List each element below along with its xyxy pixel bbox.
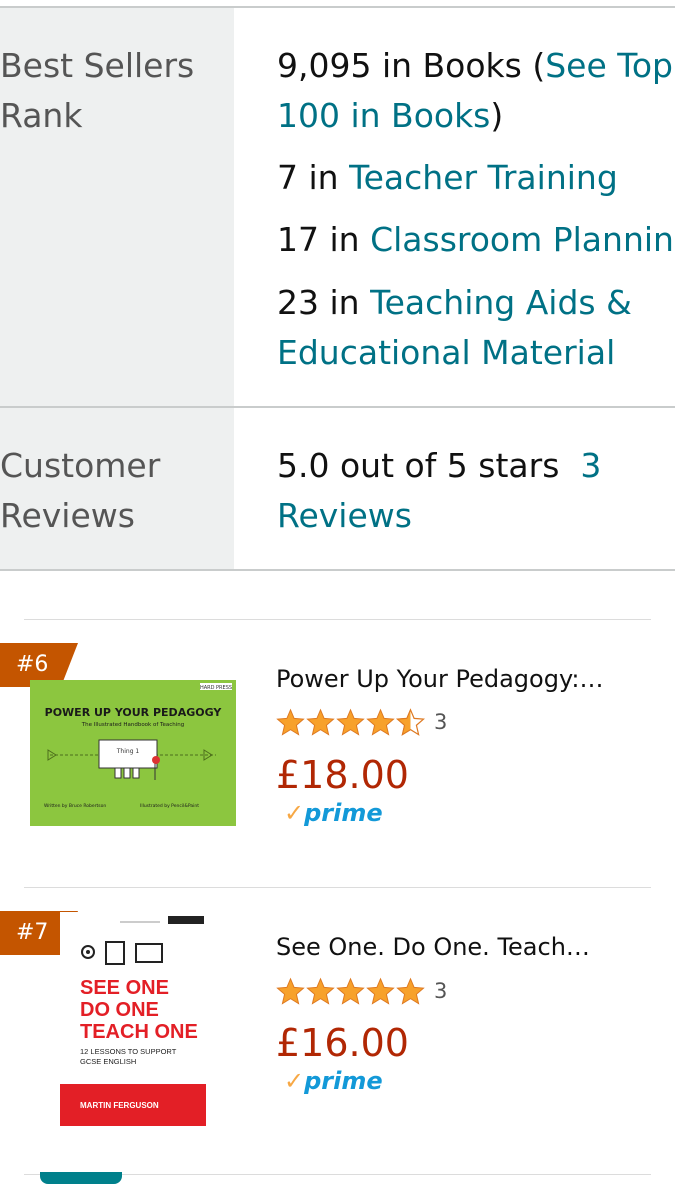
- star-rating: 3: [276, 976, 447, 1006]
- prime-check-icon: ✓: [284, 799, 305, 827]
- category-rank-3: 23 in Teaching Aids &: [277, 283, 632, 322]
- star-full-icon: [276, 977, 305, 1005]
- svg-text:12 LESSONS TO SUPPORT: 12 LESSONS TO SUPPORT: [80, 1047, 177, 1056]
- review-count: 3: [434, 979, 448, 1003]
- svg-text:TEACH ONE: TEACH ONE: [80, 1021, 198, 1043]
- category-rank-1: 7 in Teacher Training: [277, 158, 618, 197]
- book-title[interactable]: Power Up Your Pedagogy:…: [276, 664, 604, 694]
- star-full-icon: [306, 708, 335, 736]
- customer-reviews-link-line2: Reviews: [277, 491, 675, 541]
- see-top-100-link[interactable]: See Top: [545, 46, 673, 85]
- svg-text:Thing 1: Thing 1: [116, 748, 140, 755]
- category-link-teaching-aids[interactable]: Teaching Aids &: [370, 283, 632, 322]
- category-rank-3-line2: Educational Material: [277, 328, 675, 378]
- svg-text:POWER UP YOUR PEDAGOGY: POWER UP YOUR PEDAGOGY: [45, 706, 223, 719]
- see-top-100-link-cont[interactable]: 100 in Books: [277, 96, 490, 135]
- reviews-count-link[interactable]: 3: [580, 446, 601, 485]
- star-full-icon: [276, 708, 305, 736]
- star-full-icon: [366, 977, 395, 1005]
- book-cover-power-up-your-pedagogy[interactable]: HARD PRESS POWER UP YOUR PEDAGOGY The Il…: [30, 680, 236, 826]
- star-half-icon: [396, 707, 425, 736]
- carousel-button-partial[interactable]: [40, 1172, 122, 1184]
- prime-check-icon: ✓: [284, 1067, 305, 1095]
- category-link-teaching-aids-cont[interactable]: Educational Material: [277, 333, 615, 372]
- star-rating: 3: [276, 707, 447, 737]
- best-sellers-main-rank: 9,095 in Books (See Top: [277, 46, 673, 85]
- best-sellers-label: Best Sellers Rank: [0, 46, 195, 135]
- divider-bottom: [0, 569, 675, 571]
- star-full-icon: [366, 708, 395, 736]
- star-full-icon: [336, 977, 365, 1005]
- category-link-classroom-planning[interactable]: Classroom Planning: [370, 220, 675, 259]
- prime-badge: ✓prime: [284, 1067, 383, 1095]
- book-title[interactable]: See One. Do One. Teach…: [276, 932, 590, 962]
- svg-text:GCSE ENGLISH: GCSE ENGLISH: [80, 1057, 136, 1066]
- best-sellers-main-rank-line2: 100 in Books): [277, 96, 504, 135]
- book-cover-see-one-do-one-teach-one[interactable]: SEE ONE DO ONE TEACH ONE 12 LESSONS TO S…: [60, 912, 206, 1126]
- reviews-link[interactable]: Reviews: [277, 496, 412, 535]
- cover-art: HARD PRESS POWER UP YOUR PEDAGOGY The Il…: [30, 680, 236, 826]
- svg-text:Written by Bruce Robertson: Written by Bruce Robertson: [44, 803, 106, 809]
- svg-text:DO ONE: DO ONE: [80, 999, 159, 1021]
- category-link-teacher-training[interactable]: Teacher Training: [349, 158, 618, 197]
- prime-badge: ✓prime: [284, 799, 383, 827]
- review-count: 3: [434, 710, 448, 734]
- star-full-icon: [306, 977, 335, 1005]
- list-separator: [24, 887, 651, 888]
- list-separator-top: [24, 619, 651, 620]
- star-full-icon: [396, 977, 425, 1005]
- cover-art: SEE ONE DO ONE TEACH ONE 12 LESSONS TO S…: [60, 912, 206, 1126]
- customer-reviews-rating: 5.0 out of 5 stars 3: [277, 446, 602, 485]
- svg-text:SEE ONE: SEE ONE: [80, 977, 169, 999]
- svg-text:The Illustrated Handbook of Te: The Illustrated Handbook of Teaching: [81, 722, 184, 728]
- book-price: £16.00: [276, 1021, 409, 1065]
- svg-text:MARTIN FERGUSON: MARTIN FERGUSON: [80, 1101, 159, 1110]
- category-rank-2: 17 in Classroom Planning: [277, 215, 675, 265]
- book-price: £18.00: [276, 753, 409, 797]
- customer-reviews-label: Customer Reviews: [0, 446, 161, 535]
- svg-text:Illustrated by Pencil&Paint: Illustrated by Pencil&Paint: [140, 803, 199, 809]
- svg-text:HARD PRESS: HARD PRESS: [200, 685, 232, 691]
- star-full-icon: [336, 708, 365, 736]
